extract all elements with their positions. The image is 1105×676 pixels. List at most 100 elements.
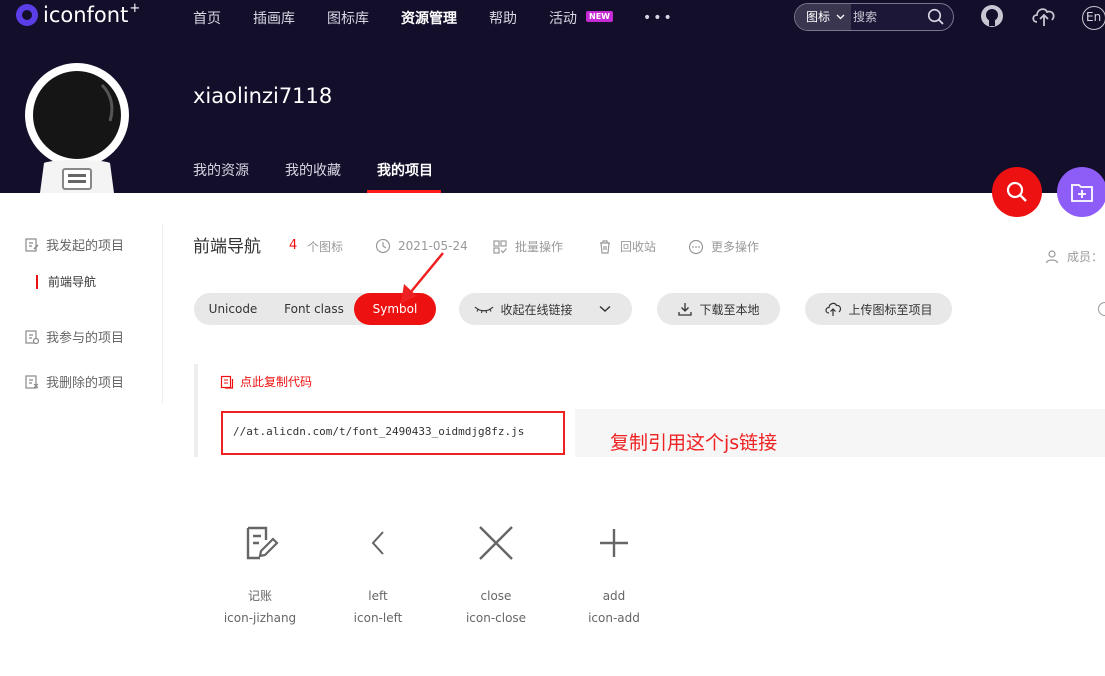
annotation-text: 复制引用这个js链接 xyxy=(610,432,778,454)
download-local-button[interactable]: 下载至本地 xyxy=(657,293,780,325)
edit-doc-icon xyxy=(25,237,39,252)
upload-cloud-icon[interactable] xyxy=(1030,4,1058,32)
sidebar-project-frontend-nav[interactable]: 前端导航 xyxy=(36,275,96,289)
icon-code: icon-add xyxy=(588,611,640,625)
copy-code-label: 点此复制代码 xyxy=(240,375,313,389)
upload-cloud-icon xyxy=(825,302,842,316)
icon-code: icon-jizhang xyxy=(223,611,297,625)
copy-code-link[interactable]: 点此复制代码 xyxy=(220,373,312,390)
search-float-button[interactable] xyxy=(992,167,1042,217)
members-label: 成员： xyxy=(1067,250,1104,264)
recycle-label: 回收站 xyxy=(620,240,657,254)
sidebar-item-label: 我发起的项目 xyxy=(46,239,125,254)
tab-symbol[interactable]: Symbol xyxy=(354,293,436,325)
nav-activities[interactable]: 活动 xyxy=(549,8,577,28)
more-operations-button[interactable]: 更多操作 xyxy=(688,238,759,255)
sidebar-item-deleted-projects[interactable]: 我删除的项目 xyxy=(24,372,124,391)
logo-text: iconfont xyxy=(43,3,129,27)
nav-home[interactable]: 首页 xyxy=(193,8,221,28)
trash-icon xyxy=(600,239,610,254)
sidebar-item-joined-projects[interactable]: 我参与的项目 xyxy=(24,327,124,346)
project-members[interactable]: 成员： xyxy=(1045,248,1103,265)
nav-icon-library[interactable]: 图标库 xyxy=(327,8,369,28)
new-project-float-button[interactable] xyxy=(1057,167,1105,217)
tab-unicode[interactable]: Unicode xyxy=(194,293,272,325)
icon-name: add xyxy=(602,589,626,603)
eye-closed-icon xyxy=(475,306,494,314)
members-icon xyxy=(1045,249,1059,263)
icon-card-close[interactable]: close icon-close xyxy=(446,518,546,629)
more-icon xyxy=(688,239,704,254)
nav-resource-management[interactable]: 资源管理 xyxy=(401,8,457,28)
team-doc-icon xyxy=(25,329,40,344)
help-icon[interactable] xyxy=(1098,302,1105,316)
avatar[interactable] xyxy=(22,63,132,193)
tab-font-class[interactable]: Font class xyxy=(274,293,354,325)
collapse-link-label: 收起在线链接 xyxy=(500,302,573,317)
batch-operation-button[interactable]: 批量操作 xyxy=(492,238,563,255)
project-date: 2021-05-24 xyxy=(375,238,468,254)
copy-icon xyxy=(220,375,234,389)
icon-name: 记账 xyxy=(247,589,272,603)
chevron-down-icon xyxy=(836,4,845,41)
icon-count-label: 个图标 xyxy=(307,240,344,254)
project-date-text: 2021-05-24 xyxy=(398,239,468,253)
search-input[interactable] xyxy=(853,7,923,27)
search-icon xyxy=(1006,181,1027,202)
code-url-box[interactable]: //at.alicdn.com/t/font_2490433_oidmdjg8f… xyxy=(221,411,565,455)
folder-add-icon xyxy=(1071,184,1093,202)
sidebar-item-started-projects[interactable]: 我发起的项目 xyxy=(24,235,124,254)
sidebar-item-label: 我删除的项目 xyxy=(46,376,125,391)
iconfont-logo[interactable]: iconfont + xyxy=(16,0,141,27)
active-tab-indicator xyxy=(367,190,441,193)
sidebar-divider xyxy=(162,224,163,404)
icon-card-add[interactable]: add icon-add xyxy=(564,518,664,629)
close-icon xyxy=(446,518,546,568)
more-label: 更多操作 xyxy=(711,240,760,254)
nav-illustrations[interactable]: 插画库 xyxy=(253,8,295,28)
page: iconfont + 首页 插画库 图标库 资源管理 帮助 活动 NEW •••… xyxy=(0,0,1105,676)
profile-header: iconfont + 首页 插画库 图标库 资源管理 帮助 活动 NEW •••… xyxy=(0,0,1105,193)
upload-icons-button[interactable]: 上传图标至项目 xyxy=(805,293,952,325)
language-switch[interactable]: En xyxy=(1082,6,1105,30)
download-label: 下载至本地 xyxy=(699,302,760,317)
chevron-left-icon xyxy=(328,518,428,568)
icon-count: 4 xyxy=(289,238,298,253)
search-bar: 图标 xyxy=(794,3,954,31)
sidebar-item-label: 我参与的项目 xyxy=(46,331,125,346)
logo-plus: + xyxy=(129,0,141,16)
search-icon[interactable] xyxy=(927,8,945,30)
nav-help[interactable]: 帮助 xyxy=(489,8,517,28)
github-icon[interactable] xyxy=(980,4,1004,32)
icon-code: icon-close xyxy=(465,611,527,625)
code-url[interactable]: //at.alicdn.com/t/font_2490433_oidmdjg8f… xyxy=(233,425,524,438)
recycle-bin-button[interactable]: 回收站 xyxy=(597,238,656,255)
clock-icon xyxy=(375,238,391,254)
add-icon xyxy=(564,518,664,568)
icon-name: left xyxy=(368,589,388,603)
username: xiaolinzi7118 xyxy=(193,84,333,108)
tab-my-resources[interactable]: 我的资源 xyxy=(193,160,249,180)
tab-my-favorites[interactable]: 我的收藏 xyxy=(285,160,341,180)
project-title: 前端导航 xyxy=(193,237,261,257)
top-navigation: iconfont + 首页 插画库 图标库 资源管理 帮助 活动 NEW •••… xyxy=(0,0,1105,36)
icon-code: icon-left xyxy=(353,611,403,625)
upload-label: 上传图标至项目 xyxy=(848,302,933,317)
ledger-icon xyxy=(210,518,310,568)
search-type-select[interactable]: 图标 xyxy=(795,4,851,30)
new-badge: NEW xyxy=(586,11,613,22)
format-tabs: Unicode Font class Symbol xyxy=(194,293,436,325)
deleted-doc-icon xyxy=(25,374,39,389)
batch-label: 批量操作 xyxy=(515,240,564,254)
batch-icon xyxy=(493,239,507,254)
search-type-label: 图标 xyxy=(806,10,831,24)
nav-more[interactable]: ••• xyxy=(643,10,674,26)
icon-name: close xyxy=(480,589,512,603)
chevron-down-icon xyxy=(599,302,617,316)
download-icon xyxy=(678,303,693,316)
icon-card-jizhang[interactable]: 记账 icon-jizhang xyxy=(210,518,310,629)
tab-my-projects[interactable]: 我的项目 xyxy=(377,160,433,180)
icon-card-left[interactable]: left icon-left xyxy=(328,518,428,629)
collapse-online-link-button[interactable]: 收起在线链接 xyxy=(459,293,632,325)
logo-mark-icon xyxy=(16,4,38,26)
